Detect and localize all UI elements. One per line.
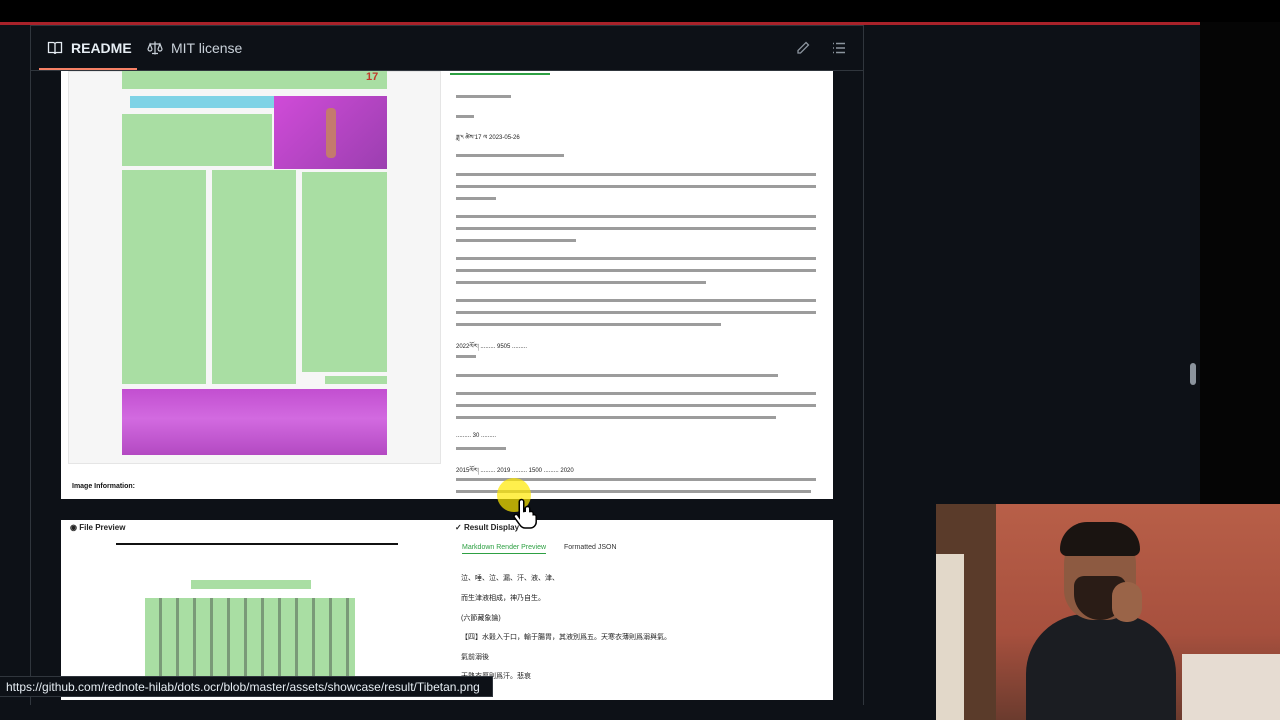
result-tab-indicator <box>450 73 550 75</box>
markdown-line: 而生津液相成，神乃自生。 <box>461 595 545 602</box>
tibetan-text-line <box>456 95 511 98</box>
layout-caption-block <box>325 376 387 384</box>
readme-tab-bar: README MIT license <box>31 26 863 71</box>
tibetan-text-line <box>456 227 816 230</box>
tibetan-text-line <box>456 257 816 260</box>
markdown-line: (六節藏象論) <box>461 615 501 622</box>
tab-markdown-render-preview[interactable]: Markdown Render Preview <box>462 544 547 554</box>
webcam-overlay <box>936 504 1280 720</box>
file-preview-label: ◉ File Preview <box>70 523 126 532</box>
tibetan-text-line <box>456 392 816 395</box>
tibetan-text-line <box>456 185 816 188</box>
layout-vertical-text-block <box>145 598 355 678</box>
scrollbar-thumb[interactable] <box>1190 363 1196 385</box>
window-top-bar <box>0 0 1280 22</box>
tibetan-count-line: ......... 30 ......... <box>456 433 497 439</box>
tab-license[interactable]: MIT license <box>147 40 242 56</box>
markdown-line: 【四】水穀入于口，輸于腸胃，其液別爲五。天寒衣薄則爲溺與氣。 <box>461 634 671 641</box>
markdown-line: 泣、唾、泣、漏、汗、液、津、 <box>461 575 559 582</box>
tibetan-text-line <box>456 173 816 176</box>
outline-list-icon[interactable] <box>831 40 847 56</box>
file-preview-text: File Preview <box>79 523 126 532</box>
scale-icon <box>147 41 163 55</box>
layout-column-2 <box>212 170 296 384</box>
tibetan-text-line <box>456 447 506 450</box>
hand-cursor-icon <box>513 498 537 529</box>
active-tab-underline <box>39 68 137 70</box>
page-number-mark: 17 <box>366 71 379 83</box>
tibetan-text-line <box>456 239 576 242</box>
layout-text-block <box>122 114 272 166</box>
status-bar-url: https://github.com/rednote-hilab/dots.oc… <box>0 676 493 697</box>
markdown-line: 氣前溺後 <box>461 654 489 661</box>
tibetan-text-line <box>456 416 776 419</box>
edit-pencil-icon[interactable] <box>795 40 811 56</box>
tab-readme-label: README <box>71 40 132 56</box>
tibetan-text-line <box>456 215 816 218</box>
layout-photo-block <box>274 96 387 169</box>
tibetan-text-line <box>456 355 476 358</box>
tibetan-text-line <box>456 269 816 272</box>
layout-landscape-photo <box>122 389 387 455</box>
layout-header-block <box>122 71 387 89</box>
tibetan-date-line: ཟླ་༥ ཚེས་17 ལ 2023-05-26 <box>456 135 520 141</box>
tibetan-text-line <box>456 323 721 326</box>
layout-column-1 <box>122 170 206 384</box>
tab-license-label: MIT license <box>171 40 243 56</box>
tibetan-text-line <box>456 154 564 157</box>
layout-header-block <box>191 580 311 589</box>
document-top-rule <box>116 543 398 545</box>
tab-readme[interactable]: README <box>47 40 132 56</box>
tab-formatted-json[interactable]: Formatted JSON <box>564 544 617 551</box>
tibetan-text-line <box>456 311 816 314</box>
layout-column-3 <box>302 172 387 372</box>
book-icon <box>47 41 63 55</box>
tibetan-text-line <box>456 299 816 302</box>
tibetan-text-line <box>456 404 816 407</box>
image-information-label: Image Information: <box>72 483 136 490</box>
tibetan-text-line <box>456 197 496 200</box>
tibetan-text-line <box>456 374 778 377</box>
tibetan-text-line <box>456 115 474 118</box>
tibetan-text-line <box>456 281 706 284</box>
